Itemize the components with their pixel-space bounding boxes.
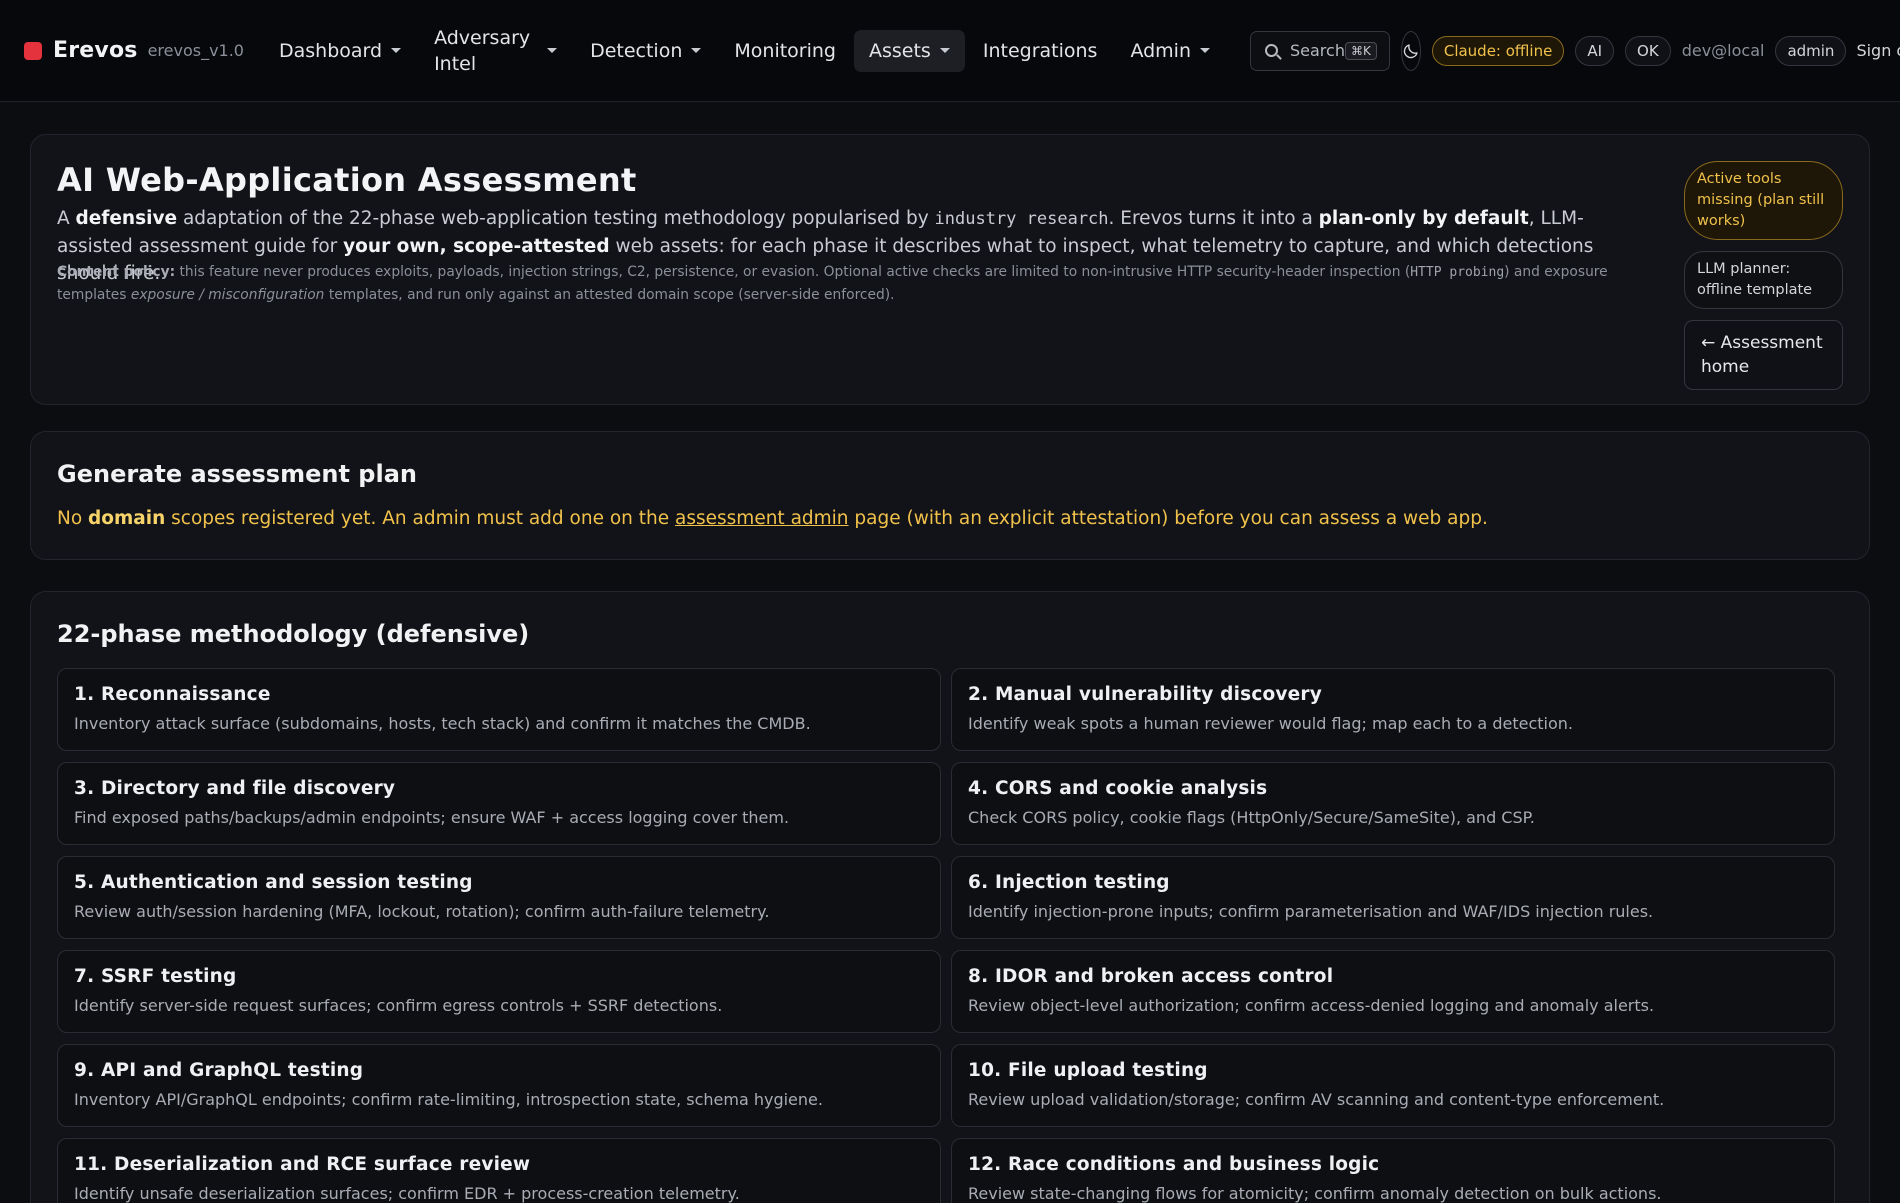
phase-title: 8. IDOR and broken access control: [968, 966, 1334, 987]
phase-card[interactable]: 2. Manual vulnerability discovery Identif…: [951, 668, 1835, 751]
phase-card[interactable]: 7. SSRF testing Identify server-side requ…: [57, 950, 941, 1033]
phase-title: 9. API and GraphQL testing: [74, 1060, 364, 1081]
phase-card[interactable]: 1. Reconnaissance Inventory attack surfac…: [57, 668, 941, 751]
phase-title: 7. SSRF testing: [74, 966, 237, 987]
assessment-header-card: AI Web-Application Assessment A defensiv…: [30, 134, 1870, 405]
assessment-home-button[interactable]: ← Assessment home: [1684, 320, 1843, 390]
phase-title: 3. Directory and file discovery: [74, 778, 396, 799]
phase-description: Identify injection-prone inputs; confirm…: [968, 902, 1654, 921]
phase-description: Find exposed paths/backups/admin endpoin…: [74, 808, 790, 827]
nav-adversary-intel[interactable]: Adversary Intel: [419, 15, 572, 87]
methodology-card: 22-phase methodology (defensive) 1. Reco…: [30, 591, 1870, 1203]
search-label: Search: [1290, 41, 1345, 60]
content-policy-text: Content policy: this feature never produ…: [57, 264, 1608, 303]
moon-icon: [1403, 43, 1418, 58]
nav-integrations-label: Integrations: [982, 39, 1098, 62]
theme-toggle-button[interactable]: [1400, 30, 1421, 71]
page-title: AI Web-Application Assessment: [57, 161, 637, 199]
phase-card[interactable]: 3. Directory and file discovery Find expo…: [57, 762, 941, 845]
no-scope-warning: No domain scopes registered yet. An admi…: [57, 508, 1488, 529]
active-tools-badge: Active tools missing (plan still works): [1684, 161, 1843, 240]
phase-description: Identify server-side request surfaces; c…: [74, 996, 723, 1015]
top-nav: Erevos erevos_v1.0 Dashboard Adversary I…: [0, 0, 1900, 102]
phase-description: Review object-level authorization; confi…: [968, 996, 1655, 1015]
phase-title: 4. CORS and cookie analysis: [968, 778, 1268, 799]
phase-description: Identify weak spots a human reviewer wou…: [968, 714, 1573, 733]
nav-assets[interactable]: Assets: [854, 29, 965, 72]
nav-assets-label: Assets: [869, 39, 931, 62]
phase-title: 6. Injection testing: [968, 872, 1170, 893]
phase-description: Review state-changing flows for atomicit…: [968, 1184, 1662, 1203]
search-shortcut: ⌘K: [1344, 41, 1377, 60]
phase-title: 1. Reconnaissance: [74, 684, 271, 705]
sign-out-link[interactable]: Sign ou: [1856, 41, 1900, 60]
role-badge: admin: [1775, 35, 1847, 66]
brand-name: Erevos: [53, 38, 138, 63]
phase-description: Identify unsafe deserialization surfaces…: [74, 1184, 740, 1203]
ai-badge[interactable]: AI: [1575, 35, 1615, 66]
phase-card[interactable]: 6. Injection testing Identify injection-p…: [951, 856, 1835, 939]
chevron-down-icon: [391, 48, 402, 53]
assessment-admin-link[interactable]: assessment admin: [675, 508, 849, 529]
phase-title: 5. Authentication and session testing: [74, 872, 473, 893]
phase-card[interactable]: 9. API and GraphQL testing Inventory API/…: [57, 1044, 941, 1127]
status-stack: Active tools missing (plan still works) …: [1684, 161, 1843, 390]
phase-card[interactable]: 11. Deserialization and RCE surface revi…: [57, 1138, 941, 1203]
phase-card[interactable]: 5. Authentication and session testing Rev…: [57, 856, 941, 939]
nav-dashboard-label: Dashboard: [278, 39, 383, 62]
nav-admin[interactable]: Admin: [1115, 30, 1225, 72]
brand-version: erevos_v1.0: [147, 41, 244, 60]
llm-planner-badge: LLM planner: offline template: [1684, 251, 1843, 309]
section-title: 22-phase methodology (defensive): [57, 620, 530, 648]
nav-integrations[interactable]: Integrations: [968, 30, 1113, 72]
brand-logo-icon: [24, 41, 42, 60]
phase-title: 2. Manual vulnerability discovery: [968, 684, 1323, 705]
phase-card[interactable]: 12. Race conditions and business logic Re…: [951, 1138, 1835, 1203]
phase-description: Review auth/session hardening (MFA, lock…: [74, 902, 770, 921]
search-button[interactable]: Search ⌘K: [1250, 30, 1390, 71]
chevron-down-icon: [1200, 48, 1210, 53]
generate-plan-card: Generate assessment plan No domain scope…: [30, 431, 1870, 560]
nav-detection[interactable]: Detection: [575, 30, 716, 72]
phase-grid: 1. Reconnaissance Inventory attack surfac…: [57, 668, 1845, 1203]
phase-description: Check CORS policy, cookie flags (HttpOnl…: [968, 808, 1535, 827]
phase-card[interactable]: 8. IDOR and broken access control Review …: [951, 950, 1835, 1033]
brand[interactable]: Erevos erevos_v1.0: [24, 38, 244, 63]
nav-admin-label: Admin: [1130, 39, 1191, 62]
phase-title: 12. Race conditions and business logic: [968, 1154, 1380, 1175]
phase-card[interactable]: 10. File upload testing Review upload val…: [951, 1044, 1835, 1127]
user-email: dev@local: [1681, 41, 1765, 60]
nav-adversary-intel-label: Adversary Intel: [434, 26, 531, 75]
phase-description: Inventory API/GraphQL endpoints; confirm…: [74, 1090, 823, 1109]
phase-description: Inventory attack surface (subdomains, ho…: [74, 714, 811, 733]
nav-monitoring[interactable]: Monitoring: [719, 30, 851, 72]
phase-card[interactable]: 4. CORS and cookie analysis Check CORS po…: [951, 762, 1835, 845]
search-icon: [1265, 44, 1278, 57]
ok-badge[interactable]: OK: [1625, 35, 1671, 66]
section-title: Generate assessment plan: [57, 460, 417, 488]
phase-title: 11. Deserialization and RCE surface revi…: [74, 1154, 531, 1175]
chevron-down-icon: [691, 48, 702, 53]
nav-monitoring-label: Monitoring: [734, 39, 836, 62]
chevron-down-icon: [547, 48, 558, 53]
phase-title: 10. File upload testing: [968, 1060, 1208, 1081]
phase-description: Review upload validation/storage; confir…: [968, 1090, 1665, 1109]
nav-dashboard[interactable]: Dashboard: [264, 30, 416, 72]
nav-detection-label: Detection: [590, 39, 683, 62]
claude-status-badge[interactable]: Claude: offline: [1431, 35, 1565, 66]
chevron-down-icon: [939, 48, 950, 53]
